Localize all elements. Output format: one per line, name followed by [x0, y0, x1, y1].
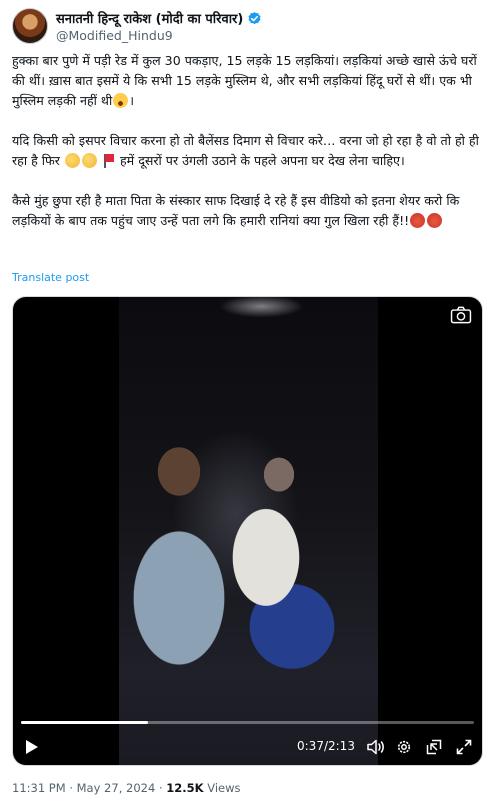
video-scene-person	[214, 447, 344, 677]
tweet-body: हुक्का बार पुणे में पड़ी रेड में कुल 30 …	[12, 51, 492, 231]
verified-badge-icon	[248, 11, 261, 24]
meta-dot: ·	[69, 781, 73, 795]
tweet-time[interactable]: 11:31 PM	[12, 781, 66, 795]
angry-face-emoji-icon	[427, 213, 443, 228]
avatar[interactable]	[12, 8, 48, 44]
camera-icon[interactable]	[450, 306, 472, 324]
play-icon	[26, 740, 38, 754]
video-controls: 0:37/2:13	[13, 737, 482, 759]
fullscreen-button[interactable]	[455, 737, 473, 757]
surprised-face-emoji-icon	[113, 93, 129, 108]
tweet-paragraph-1-end: ।	[129, 93, 135, 108]
tweet-paragraph-3-text: कैसे मुंह छुपा रही है माता पिता के संस्क…	[12, 193, 460, 228]
translate-post-link[interactable]: Translate post	[12, 271, 89, 284]
tweet-paragraph-3: कैसे मुंह छुपा रही है माता पिता के संस्क…	[12, 191, 492, 231]
thinking-face-emoji-icon	[81, 153, 97, 168]
thinking-face-emoji-icon	[64, 153, 80, 168]
play-button[interactable]	[23, 737, 41, 757]
red-flag-emoji-icon	[102, 153, 115, 168]
video-frame	[119, 297, 378, 765]
author-display-name[interactable]: सनातनी हिन्दू राकेश (मोदी का परिवार)	[56, 9, 243, 27]
views-count: 12.5K	[166, 781, 204, 795]
video-progress-bar[interactable]	[21, 721, 474, 724]
tweet-paragraph-2: यदि किसी को इसपर विचार करना हो तो बैलेंस…	[12, 131, 492, 171]
volume-icon	[367, 739, 384, 755]
tweet-meta: 11:31 PM · May 27, 2024 · 12.5K Views	[12, 781, 241, 795]
fullscreen-icon	[456, 739, 472, 755]
settings-button[interactable]	[395, 737, 413, 757]
tweet-paragraph-1: हुक्का बार पुणे में पड़ी रेड में कुल 30 …	[12, 51, 492, 111]
settings-icon	[397, 740, 411, 754]
tweet-paragraph-1-text: हुक्का बार पुणे में पड़ी रेड में कुल 30 …	[12, 53, 477, 108]
meta-dot: ·	[158, 781, 163, 795]
tweet-date[interactable]: May 27, 2024	[77, 781, 156, 795]
video-current-time: 0:37	[297, 739, 324, 753]
video-time-readout: 0:37/2:13	[297, 739, 355, 753]
video-duration: 2:13	[328, 739, 355, 753]
angry-face-emoji-icon	[410, 213, 426, 228]
tweet-paragraph-2b-text: हमें दूसरों पर उंगली उठाने के पहले अपना …	[119, 153, 405, 168]
pip-button[interactable]	[425, 737, 443, 757]
views-label: Views	[207, 781, 241, 795]
video-progress-fill	[21, 721, 148, 724]
author-name-row: सनातनी हिन्दू राकेश (मोदी का परिवार)	[56, 9, 262, 27]
volume-button[interactable]	[367, 737, 385, 757]
tweet-header: सनातनी हिन्दू राकेश (मोदी का परिवार) @Mo…	[12, 6, 491, 46]
pip-icon	[426, 739, 442, 755]
video-player[interactable]: 0:37/2:13	[12, 296, 483, 766]
author-handle[interactable]: @Modified_Hindu9	[56, 28, 173, 43]
